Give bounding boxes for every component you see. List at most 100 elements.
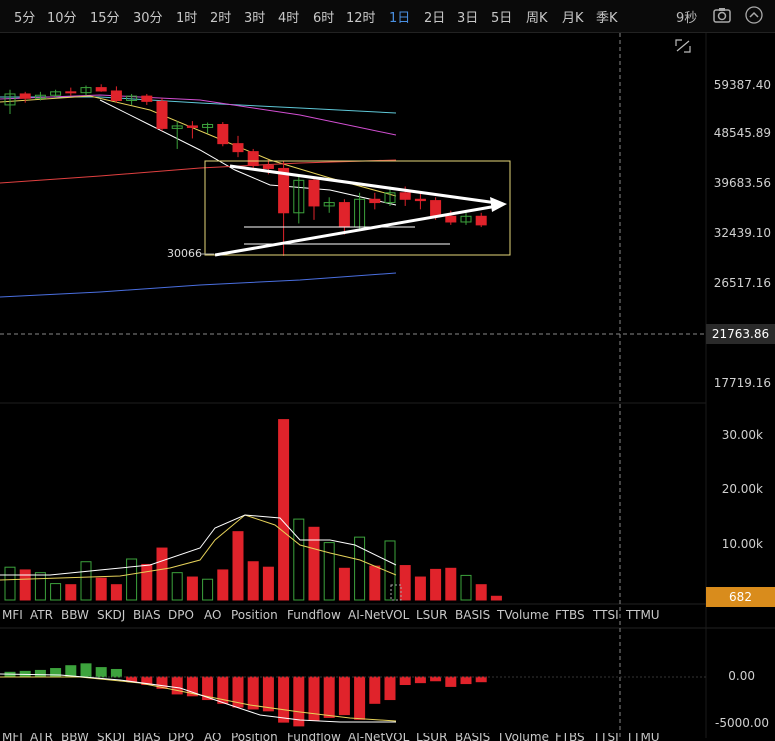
converge-arrow-lower — [214, 204, 498, 257]
volume-bar — [141, 563, 153, 601]
volume-bar — [490, 595, 502, 601]
candle-body — [186, 125, 198, 128]
candle-body — [445, 215, 457, 223]
candle-body — [430, 200, 442, 217]
indicator-tab-basis[interactable]: BASIS — [455, 608, 490, 622]
price-axis-label: 32439.10 — [713, 226, 771, 240]
oscillator-bar — [384, 676, 396, 701]
oscillator-bar — [34, 669, 46, 678]
indicator-tab-lower[interactable]: AI-NetVOL — [348, 733, 409, 741]
indicator-tab-ai-netvol[interactable]: AI-NetVOL — [348, 608, 409, 622]
volume-bar — [430, 568, 442, 601]
indicator-tab-atr[interactable]: ATR — [30, 608, 53, 622]
indicator-tab-lower[interactable]: ATR — [30, 733, 53, 741]
expand-icon — [675, 39, 691, 53]
indicator-tabs: MFI ATR BBW SKDJ BIAS DPO AO Position Fundflow AI… — [0, 605, 706, 627]
indicator-tab-lower[interactable]: BBW — [61, 733, 89, 741]
indicator-tab-lower[interactable]: SKDJ — [97, 733, 125, 741]
candle-body — [156, 100, 168, 129]
indicator-tab-lower[interactable]: TTSI — [593, 733, 619, 741]
volume-bar — [414, 576, 426, 601]
indicator-tab-lower[interactable]: AO — [204, 733, 221, 741]
volume-bar — [445, 567, 457, 601]
indicator-tab-bbw[interactable]: BBW — [61, 608, 89, 622]
indicator-tab-lower[interactable]: BIAS — [133, 733, 161, 741]
indicator-tab-ftbs[interactable]: FTBS — [555, 608, 585, 622]
oscillator-bar — [354, 676, 366, 720]
volume-ma-white — [0, 514, 397, 576]
current-volume-tag: 682 — [706, 587, 775, 607]
oscillator-signal-yellow — [0, 676, 397, 722]
candle-body — [475, 215, 487, 226]
volume-bar — [156, 547, 168, 601]
candle-body — [19, 93, 31, 99]
oscillator-axis-label: 0.00 — [728, 669, 755, 683]
price-axis-label: 48545.89 — [713, 126, 771, 140]
indicator-tab-ttmu[interactable]: TTMU — [626, 608, 660, 622]
volume-bar — [293, 518, 305, 601]
oscillator-bar — [278, 676, 290, 723]
volume-axis-label: 10.00k — [721, 537, 763, 551]
chart-canvas[interactable]: 30066 — [0, 0, 775, 738]
oscillator-bar — [110, 668, 122, 678]
volume-bar — [232, 531, 244, 601]
volume-bar — [186, 576, 198, 601]
oscillator-bar — [475, 676, 487, 683]
indicator-tab-lower[interactable]: TTMU — [626, 733, 660, 741]
indicator-tab-lower[interactable]: FTBS — [555, 733, 585, 741]
volume-bar — [50, 583, 62, 601]
indicator-tab-lower[interactable]: Position — [231, 733, 278, 741]
oscillator-bar — [399, 676, 411, 686]
oscillator-axis-label: -5000.00 — [715, 716, 769, 730]
candle-body — [262, 165, 274, 169]
indicator-tab-lsur[interactable]: LSUR — [416, 608, 447, 622]
current-price-tag: 21763.86 — [706, 324, 775, 344]
indicator-tab-lower[interactable]: BASIS — [455, 733, 490, 741]
oscillator-bar — [80, 663, 92, 678]
volume-axis-label: 20.00k — [721, 482, 763, 496]
volume-bar — [80, 561, 92, 601]
volume-bar — [262, 566, 274, 601]
candle-body — [95, 87, 107, 92]
indicator-tab-lower[interactable]: Fundflow — [287, 733, 341, 741]
oscillator-bar — [262, 676, 274, 712]
volume-bar — [384, 540, 396, 601]
oscillator-bar — [293, 676, 305, 727]
price-axis-label: 59387.40 — [713, 78, 771, 92]
indicator-tab-lower[interactable]: LSUR — [416, 733, 447, 741]
indicator-tab-fundflow[interactable]: Fundflow — [287, 608, 341, 622]
indicator-tab-mfi[interactable]: MFI — [2, 608, 23, 622]
arrow-head — [490, 197, 507, 212]
candle-body — [399, 192, 411, 200]
volume-bar — [369, 565, 381, 601]
candle-body — [414, 198, 426, 202]
indicator-tab-lower[interactable]: TVolume — [497, 733, 549, 741]
oscillator-bar — [430, 676, 442, 682]
indicator-tab-dpo[interactable]: DPO — [168, 608, 194, 622]
indicator-tab-lower[interactable]: MFI — [2, 733, 23, 741]
oscillator-bar — [323, 676, 335, 718]
ma-blue-line — [0, 272, 397, 298]
price-axis-label: 26517.16 — [713, 276, 771, 290]
indicator-tabs-lower: MFI ATR BBW SKDJ BIAS DPO AO Position Fundflow AI… — [0, 733, 706, 741]
volume-bar — [354, 536, 366, 601]
indicator-tab-lower[interactable]: DPO — [168, 733, 194, 741]
indicator-tab-ttsi[interactable]: TTSI — [593, 608, 619, 622]
oscillator-bar — [445, 676, 457, 687]
indicator-tab-ao[interactable]: AO — [204, 608, 221, 622]
indicator-tab-tvolume[interactable]: TVolume — [497, 608, 549, 622]
volume-bar — [19, 569, 31, 601]
volume-bar — [247, 561, 259, 601]
candle-body — [217, 123, 229, 145]
volume-bar — [126, 558, 138, 601]
volume-ma-yellow — [0, 514, 397, 581]
indicator-tab-skdj[interactable]: SKDJ — [97, 608, 125, 622]
indicator-tab-bias[interactable]: BIAS — [133, 608, 161, 622]
indicator-tab-position[interactable]: Position — [231, 608, 278, 622]
price-axis-label: 17719.16 — [713, 376, 771, 390]
volume-bar — [65, 584, 77, 601]
volume-axis-label: 30.00k — [721, 428, 763, 442]
volume-bar — [338, 567, 350, 601]
oscillator-bar — [95, 667, 107, 678]
oscillator-bar — [369, 676, 381, 704]
